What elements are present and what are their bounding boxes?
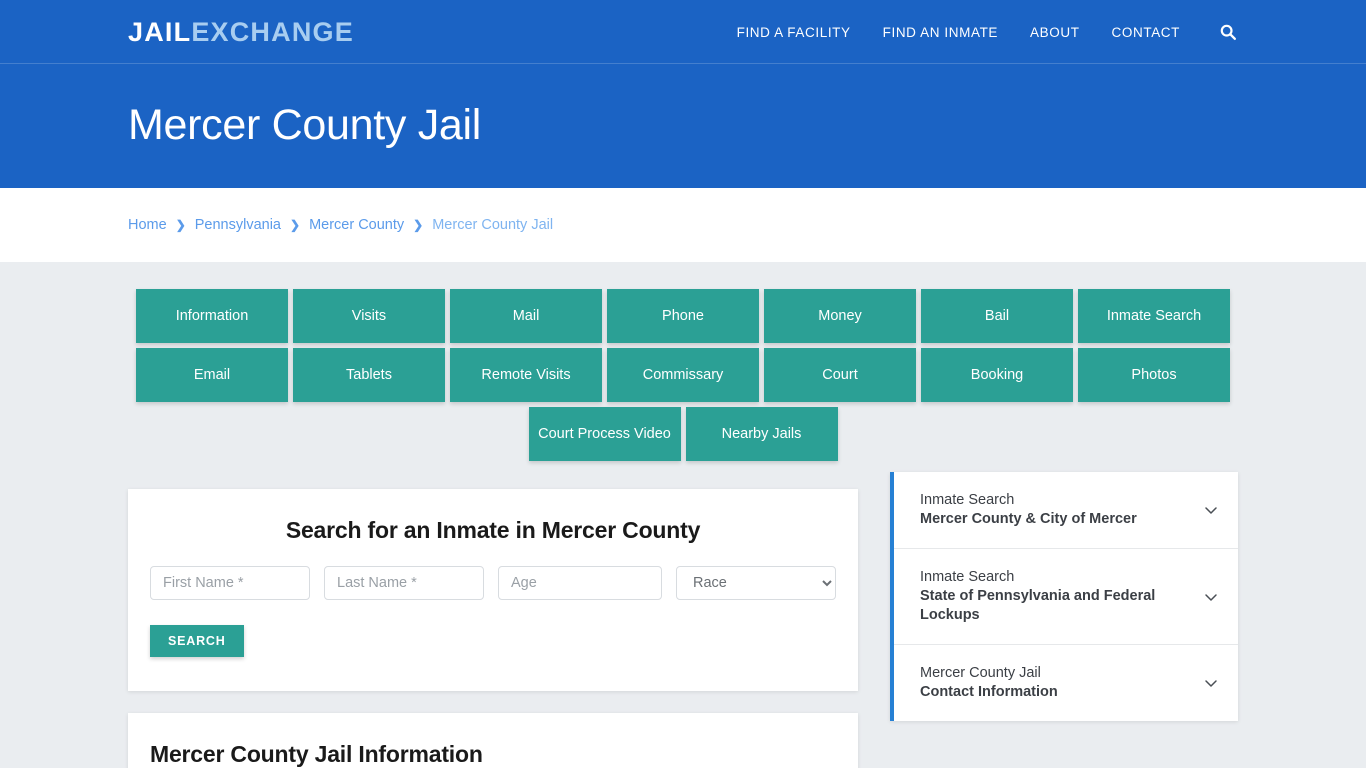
accordion-item-text: Mercer County Jail Contact Information [920,664,1202,702]
chevron-right-icon: ❯ [290,218,301,232]
site-logo[interactable]: JAILEXCHANGE [128,16,354,47]
accordion-item-contact-information[interactable]: Mercer County Jail Contact Information [894,645,1238,721]
search-button[interactable]: SEARCH [150,625,244,657]
search-icon[interactable] [1218,22,1238,42]
breadcrumb: Home ❯ Pennsylvania ❯ Mercer County ❯ Me… [128,217,553,233]
page-title-band: Mercer County Jail [0,64,1366,188]
section-button-mail[interactable]: Mail [450,289,602,343]
inmate-search-fields: Race [148,566,838,600]
top-navigation-bar: JAILEXCHANGE FIND A FACILITY FIND AN INM… [0,0,1366,64]
section-button-commissary[interactable]: Commissary [607,348,759,402]
section-button-photos[interactable]: Photos [1078,348,1230,402]
chevron-right-icon: ❯ [413,218,424,232]
last-name-input[interactable] [324,566,484,600]
section-button-nearby-jails[interactable]: Nearby Jails [685,407,838,461]
nav-item-about[interactable]: ABOUT [1030,25,1080,40]
section-button-tablets[interactable]: Tablets [293,348,445,402]
chevron-down-icon[interactable] [1202,588,1220,606]
section-button-information[interactable]: Information [136,289,288,343]
logo-text-jail: JAIL [128,16,192,47]
breadcrumb-band: Home ❯ Pennsylvania ❯ Mercer County ❯ Me… [0,188,1366,262]
section-button-inmate-search[interactable]: Inmate Search [1078,289,1230,343]
right-column: Inmate Search Mercer County & City of Me… [890,472,1238,721]
accordion-item-text: Inmate Search Mercer County & City of Me… [920,491,1202,529]
page-title: Mercer County Jail [128,101,482,150]
accordion-line-2: Contact Information [920,684,1058,700]
breadcrumb-item-home[interactable]: Home [128,217,167,233]
jail-information-card: Mercer County Jail Information [128,713,858,768]
accordion-item-inmate-search-county[interactable]: Inmate Search Mercer County & City of Me… [894,472,1238,549]
section-button-money[interactable]: Money [764,289,916,343]
chevron-down-icon[interactable] [1202,674,1220,692]
section-button-bail[interactable]: Bail [921,289,1073,343]
accordion-line-2: State of Pennsylvania and Federal Lockup… [920,588,1156,623]
left-column: Search for an Inmate in Mercer County Ra… [128,489,858,768]
accordion-line-1: Inmate Search [920,492,1015,508]
facility-section-buttons-row-3: Court Process Video Nearby Jails [128,407,1238,461]
accordion-line-1: Mercer County Jail [920,665,1041,681]
section-button-phone[interactable]: Phone [607,289,759,343]
inmate-search-title: Search for an Inmate in Mercer County [285,517,701,543]
age-input[interactable] [498,566,662,600]
logo-text-exchange: EXCHANGE [191,16,354,47]
main-content: Information Visits Mail Phone Money Bail… [0,262,1366,768]
primary-nav-links: FIND A FACILITY FIND AN INMATE ABOUT CON… [737,22,1238,42]
accordion-item-text: Inmate Search State of Pennsylvania and … [920,568,1202,625]
section-button-booking[interactable]: Booking [921,348,1073,402]
breadcrumb-item-mercer-county-jail[interactable]: Mercer County Jail [432,217,553,233]
chevron-right-icon: ❯ [175,218,186,232]
accordion-item-inmate-search-state-federal[interactable]: Inmate Search State of Pennsylvania and … [894,549,1238,645]
nav-item-contact[interactable]: CONTACT [1112,25,1180,40]
breadcrumb-item-pennsylvania[interactable]: Pennsylvania [195,217,281,233]
section-button-visits[interactable]: Visits [293,289,445,343]
facility-section-buttons: Information Visits Mail Phone Money Bail… [128,289,1238,402]
section-button-court[interactable]: Court [764,348,916,402]
race-select[interactable]: Race [676,566,836,600]
nav-item-find-an-inmate[interactable]: FIND AN INMATE [883,25,998,40]
chevron-down-icon[interactable] [1202,501,1220,519]
sidebar-accordion: Inmate Search Mercer County & City of Me… [890,472,1238,721]
inmate-search-card: Search for an Inmate in Mercer County Ra… [128,489,858,691]
jail-information-title: Mercer County Jail Information [150,741,483,767]
accordion-line-1: Inmate Search [920,569,1015,585]
breadcrumb-item-mercer-county[interactable]: Mercer County [309,217,404,233]
section-button-remote-visits[interactable]: Remote Visits [450,348,602,402]
first-name-input[interactable] [150,566,310,600]
section-button-email[interactable]: Email [136,348,288,402]
section-button-court-process-video[interactable]: Court Process Video [528,407,681,461]
nav-item-find-a-facility[interactable]: FIND A FACILITY [737,25,851,40]
accordion-line-2: Mercer County & City of Mercer [920,511,1137,527]
